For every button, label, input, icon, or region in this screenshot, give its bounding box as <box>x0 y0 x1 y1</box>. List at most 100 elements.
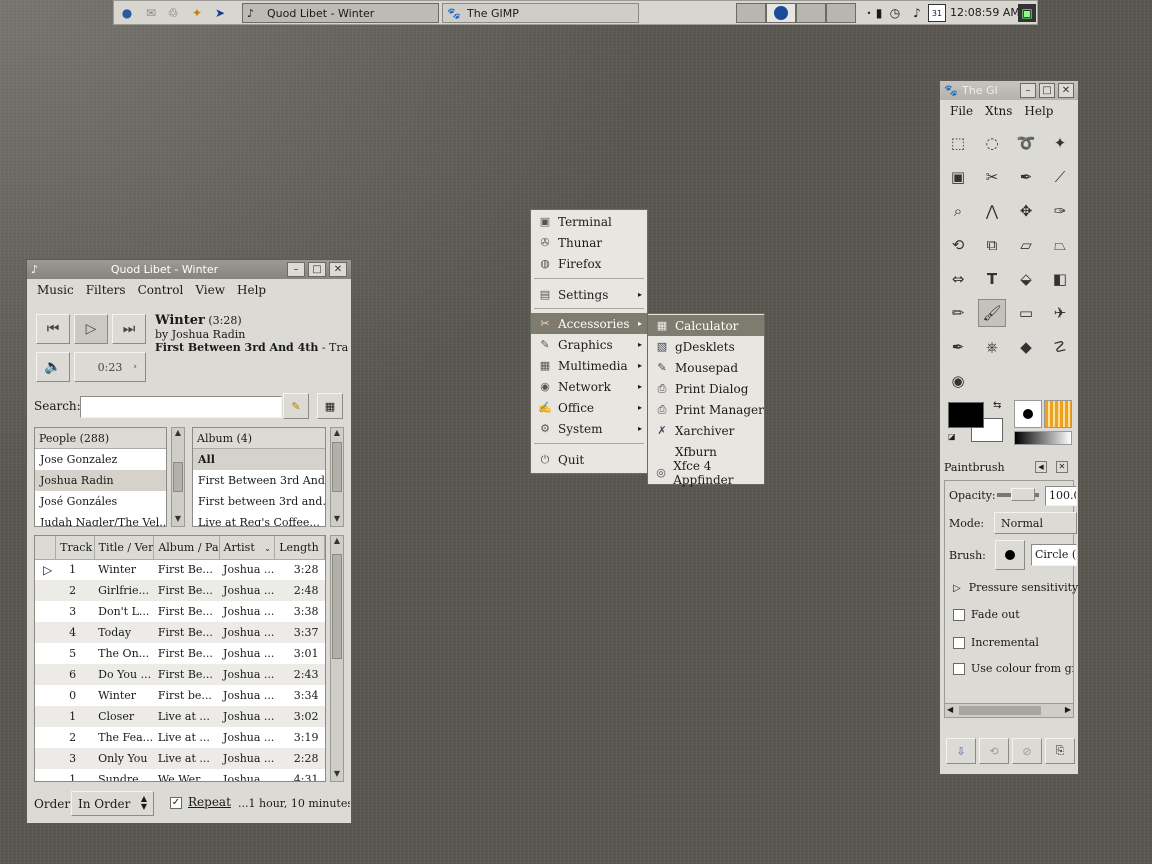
column-playing[interactable] <box>35 536 57 560</box>
trash-icon[interactable]: ♲ <box>164 4 182 22</box>
menu-help[interactable]: Help <box>1018 104 1059 118</box>
fuzzy-select-tool[interactable]: ✦ <box>1046 129 1074 157</box>
menu-item-terminal[interactable]: ▣ Terminal <box>531 211 647 232</box>
album-list[interactable]: Album (4) All First Between 3rd And... F… <box>192 427 326 527</box>
table-row[interactable]: 2 Girlfrie... First Be... Joshua ... 2:48 <box>35 580 325 601</box>
clock[interactable]: 12:08:59 AM <box>950 6 1020 19</box>
quodlibet-tray-icon[interactable]: ♪ <box>908 4 926 22</box>
maximize-button[interactable]: □ <box>1039 83 1055 98</box>
quodlibet-titlebar[interactable]: ♪ Quod Libet - Winter – □ ✕ <box>27 260 351 279</box>
tab-menu-icon[interactable]: ◀ <box>1035 461 1047 473</box>
close-button[interactable]: ✕ <box>1058 83 1074 98</box>
scissors-select-tool[interactable]: ✂ <box>978 163 1006 191</box>
crop-tool[interactable]: ✑ <box>1046 197 1074 225</box>
paintbrush-tool[interactable]: 🖌 <box>978 299 1006 327</box>
restore-options-button[interactable]: ⟲ <box>979 738 1009 764</box>
people-list[interactable]: People (288) Jose Gonzalez Joshua Radin … <box>34 427 167 527</box>
gimp-titlebar[interactable]: 🐾 The GI – □ ✕ <box>940 81 1078 100</box>
color-select-tool[interactable]: ▣ <box>944 163 972 191</box>
ellipse-select-tool[interactable]: ◌ <box>978 129 1006 157</box>
close-tab-icon[interactable]: ✕ <box>1056 461 1068 473</box>
ink-tool[interactable]: ✒ <box>944 333 972 361</box>
menu-file[interactable]: File <box>944 104 979 118</box>
column-artist[interactable]: Artist ⌄ <box>219 536 276 560</box>
menu-view[interactable]: View <box>189 283 231 297</box>
volume-button[interactable]: 🔈 <box>36 352 70 382</box>
submenu-item-mousepad[interactable]: ✎ Mousepad <box>648 357 764 378</box>
people-scrollbar[interactable]: ▲ ▼ <box>171 427 185 527</box>
browser-toggle-button[interactable]: ▦ <box>317 393 343 419</box>
reset-options-button[interactable]: ⎘ <box>1045 738 1075 764</box>
scroll-down-icon[interactable]: ▼ <box>172 514 184 526</box>
gradient-checkbox[interactable] <box>953 663 965 675</box>
move-tool[interactable]: ✥ <box>1012 197 1040 225</box>
maximize-button[interactable]: □ <box>308 262 326 277</box>
menu-control[interactable]: Control <box>132 283 190 297</box>
fade-out-option[interactable]: Fade out <box>953 608 1020 621</box>
menu-xtns[interactable]: Xtns <box>979 104 1018 118</box>
rotate-tool[interactable]: ⟲ <box>944 231 972 259</box>
list-item[interactable]: First Between 3rd And... <box>193 470 325 491</box>
clone-tool[interactable]: ⎈ <box>978 333 1006 361</box>
previous-button[interactable]: ⏮ <box>36 314 70 344</box>
terminal-icon[interactable]: ▣ <box>1018 4 1036 22</box>
people-header[interactable]: People (288) <box>35 428 166 449</box>
minimize-button[interactable]: – <box>287 262 305 277</box>
album-header[interactable]: Album (4) <box>193 428 325 449</box>
color-area[interactable]: ⇆ ◪ <box>943 398 1006 448</box>
close-button[interactable]: ✕ <box>329 262 347 277</box>
scroll-down-icon[interactable]: ▼ <box>331 514 343 526</box>
column-title[interactable]: Title / Ver <box>94 536 155 560</box>
position-button[interactable]: 0:23 › <box>74 352 146 382</box>
default-colors-icon[interactable]: ◪ <box>948 432 956 441</box>
minimize-button[interactable]: – <box>1020 83 1036 98</box>
bucket-fill-tool[interactable]: ⬙ <box>1012 265 1040 293</box>
table-row[interactable]: 3 Only You Live at ... Joshua ... 2:28 <box>35 748 325 769</box>
scroll-left-icon[interactable]: ◀ <box>947 705 953 714</box>
menu-item-office[interactable]: ✍ Office ▸ <box>531 397 647 418</box>
gradient-preview[interactable] <box>1014 431 1072 445</box>
scroll-right-icon[interactable]: ▶ <box>1065 705 1071 714</box>
menu-item-system[interactable]: ⚙ System ▸ <box>531 418 647 439</box>
menu-item-firefox[interactable]: ◍ Firefox <box>531 253 647 274</box>
menu-music[interactable]: Music <box>31 283 80 297</box>
pressure-expander[interactable]: ▷ Pressure sensitivity <box>953 581 1078 594</box>
scroll-up-icon[interactable]: ▲ <box>331 428 343 440</box>
measure-tool[interactable]: ⋀ <box>978 197 1006 225</box>
zoom-tool[interactable]: ⌕ <box>944 197 972 225</box>
rect-select-tool[interactable]: ⬚ <box>944 129 972 157</box>
submenu-item-xarchiver[interactable]: ✗ Xarchiver <box>648 420 764 441</box>
table-row[interactable]: 4 Today First Be... Joshua ... 3:37 <box>35 622 325 643</box>
blend-tool[interactable]: ◧ <box>1046 265 1074 293</box>
eraser-tool[interactable]: ▭ <box>1012 299 1040 327</box>
column-track[interactable]: Track <box>55 536 95 560</box>
menu-filters[interactable]: Filters <box>80 283 132 297</box>
options-hscrollbar[interactable]: ◀ ▶ <box>945 703 1073 717</box>
next-button[interactable]: ⏭ <box>112 314 146 344</box>
shear-tool[interactable]: ▱ <box>1012 231 1040 259</box>
list-item[interactable]: José Gonzáles <box>35 491 166 512</box>
scroll-up-icon[interactable]: ▲ <box>331 536 343 548</box>
pattern-preview[interactable] <box>1044 400 1072 428</box>
paths-tool[interactable]: ✒ <box>1012 163 1040 191</box>
workspace-1[interactable] <box>736 3 766 23</box>
song-scrollbar[interactable]: ▲ ▼ <box>330 535 344 782</box>
list-item[interactable]: All <box>193 449 325 470</box>
calendar-icon[interactable]: 31 <box>928 4 946 22</box>
repeat-checkbox[interactable]: ✓ <box>170 796 182 809</box>
submenu-item-gdesklets[interactable]: ▧ gDesklets <box>648 336 764 357</box>
order-select[interactable]: In Order ▲ ▼ <box>71 791 154 816</box>
gradient-option[interactable]: Use colour from grac <box>953 662 1073 675</box>
globe-icon[interactable]: ● <box>118 4 136 22</box>
brush-preview[interactable] <box>1014 400 1042 428</box>
text-tool[interactable]: T <box>978 265 1006 293</box>
blur-tool[interactable]: ◆ <box>1012 333 1040 361</box>
menu-item-graphics[interactable]: ✎ Graphics ▸ <box>531 334 647 355</box>
table-row[interactable]: 1 Closer Live at ... Joshua ... 3:02 <box>35 706 325 727</box>
lasso-tool[interactable]: ➰ <box>1012 129 1040 157</box>
smudge-tool[interactable]: ☡ <box>1046 333 1074 361</box>
table-row[interactable]: 2 The Fea... Live at ... Joshua ... 3:19 <box>35 727 325 748</box>
incremental-option[interactable]: Incremental <box>953 636 1039 649</box>
bulb-icon[interactable]: ✦ <box>188 4 206 22</box>
menu-help[interactable]: Help <box>231 283 272 297</box>
